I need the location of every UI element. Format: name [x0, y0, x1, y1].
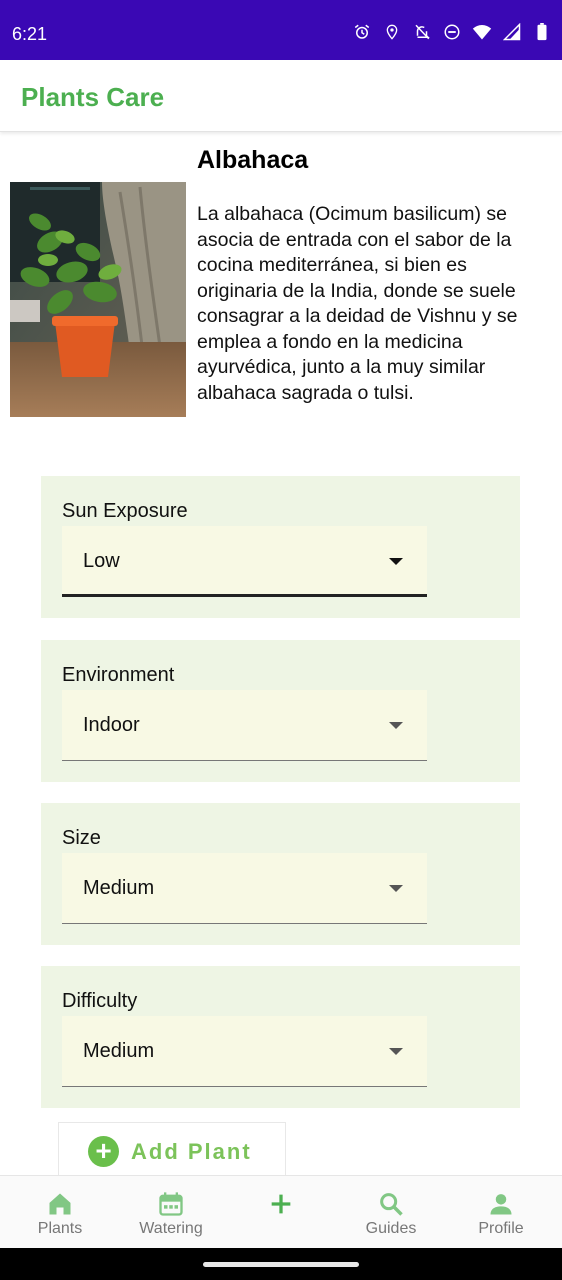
dropdown-arrow-icon — [389, 885, 403, 892]
person-icon — [487, 1190, 515, 1218]
add-plant-label: Add Plant — [131, 1139, 252, 1164]
nav-label-plants: Plants — [37, 1220, 83, 1237]
signal-icon — [502, 22, 522, 42]
status-icons — [352, 22, 552, 42]
nav-label-watering: Watering — [139, 1220, 203, 1237]
status-time: 6:21 — [12, 24, 48, 44]
size-label: Size — [62, 827, 101, 849]
sun-exposure-label: Sun Exposure — [62, 500, 188, 522]
do-not-disturb-icon — [442, 22, 462, 42]
nav-label-guides: Guides — [365, 1220, 417, 1237]
plant-description: La albahaca (Ocimum basilicum) se asocia… — [197, 203, 518, 404]
sun-exposure-select[interactable]: Low — [62, 526, 427, 597]
size-select[interactable]: Medium — [62, 853, 427, 924]
search-icon — [377, 1190, 405, 1218]
location-icon — [382, 22, 402, 42]
nav-item-profile[interactable]: Profile — [451, 1176, 551, 1249]
difficulty-value: Medium — [83, 1040, 155, 1062]
nav-item-add[interactable] — [231, 1176, 331, 1249]
difficulty-select[interactable]: Medium — [62, 1016, 427, 1087]
nav-label-profile: Profile — [478, 1220, 524, 1237]
add-circle-icon: + — [88, 1136, 119, 1167]
dropdown-arrow-icon — [389, 722, 403, 729]
home-icon — [46, 1190, 74, 1218]
environment-select[interactable]: Indoor — [62, 690, 427, 761]
nav-item-plants[interactable]: Plants — [10, 1176, 110, 1249]
environment-value: Indoor — [83, 714, 140, 736]
battery-icon — [532, 22, 552, 42]
system-nav-bar — [0, 1248, 562, 1280]
plant-image — [10, 182, 186, 417]
bottom-nav: Plants Watering Guides Profile — [0, 1175, 562, 1248]
add-icon — [267, 1190, 295, 1218]
alarm-icon — [352, 22, 372, 42]
difficulty-card: Difficulty Medium — [41, 966, 520, 1108]
nav-item-guides[interactable]: Guides — [341, 1176, 441, 1249]
environment-label: Environment — [62, 664, 175, 686]
wifi-icon — [472, 22, 492, 42]
app-title: Plants Care — [21, 82, 165, 112]
app-bar: Plants Care — [0, 60, 562, 132]
sun-exposure-value: Low — [83, 550, 120, 572]
sun-exposure-card: Sun Exposure Low — [41, 476, 520, 618]
status-bar: 6:21 — [0, 0, 562, 60]
dropdown-arrow-icon — [389, 558, 403, 565]
notifications-off-icon — [412, 22, 432, 42]
environment-card: Environment Indoor — [41, 640, 520, 782]
add-plant-button[interactable]: + Add Plant — [58, 1122, 286, 1178]
size-value: Medium — [83, 877, 155, 899]
difficulty-label: Difficulty — [62, 990, 138, 1012]
nav-item-watering[interactable]: Watering — [121, 1176, 221, 1249]
calendar-icon — [157, 1190, 185, 1218]
plant-name: Albahaca — [197, 146, 309, 174]
dropdown-arrow-icon — [389, 1048, 403, 1055]
home-gesture-pill[interactable] — [203, 1262, 359, 1267]
size-card: Size Medium — [41, 803, 520, 945]
